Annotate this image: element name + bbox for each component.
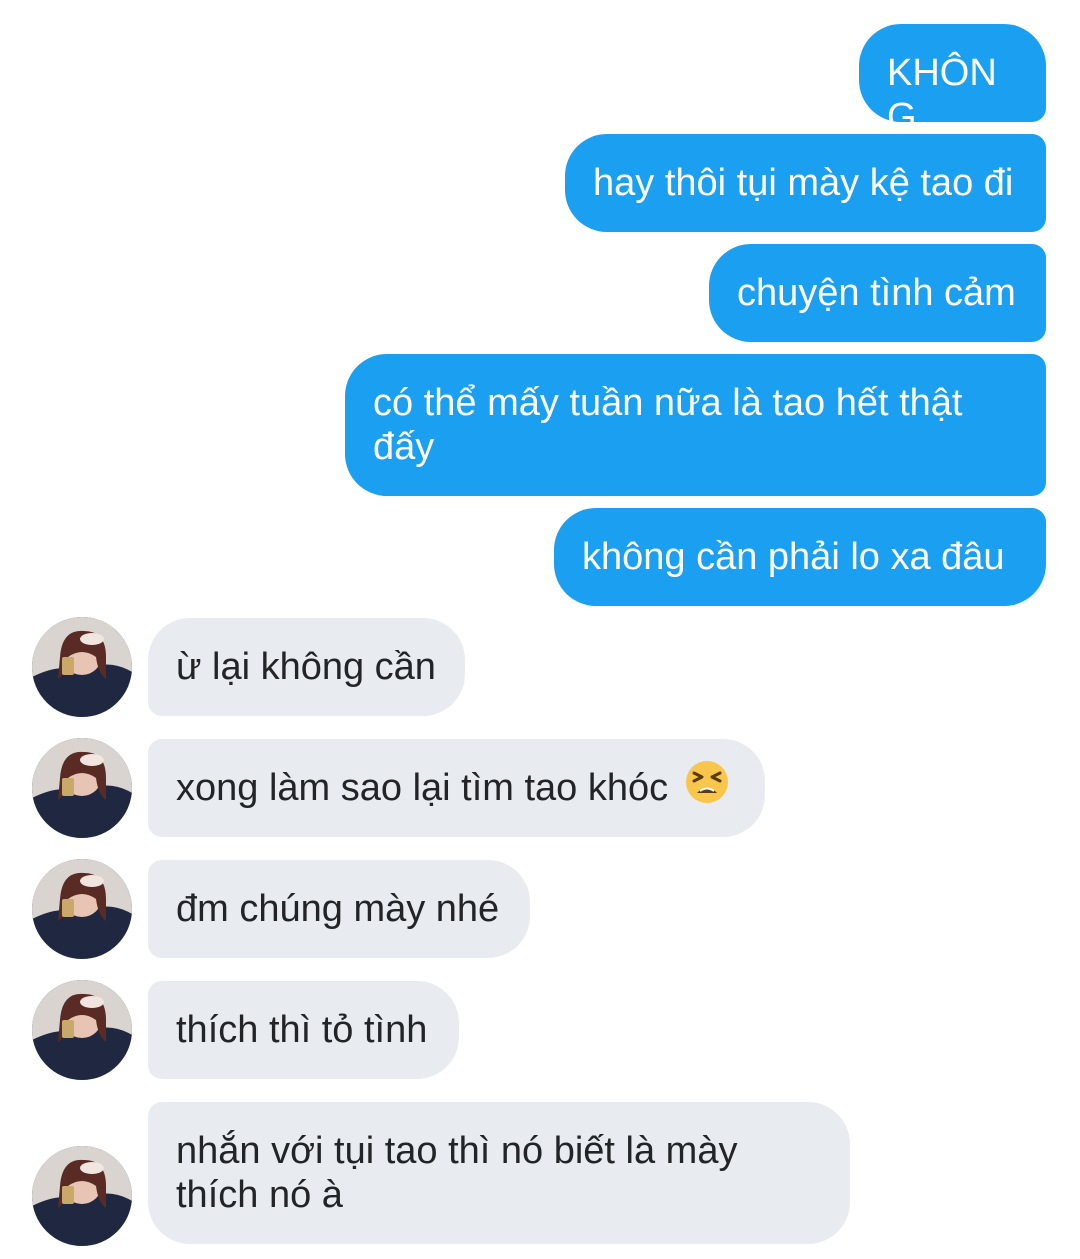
message-text: hay thôi tụi mày kệ tao đi [593,162,1014,204]
contact-avatar-icon[interactable] [32,980,132,1080]
incoming-message-bubble[interactable]: đm chúng mày nhé [148,860,530,958]
incoming-message-bubble[interactable]: thích thì tỏ tình [148,981,459,1079]
incoming-message-bubble[interactable]: ừ lại không cần [148,618,465,716]
message-text: xong làm sao lại tìm tao khóc [176,767,669,810]
incoming-message-bubble[interactable]: xong làm sao lại tìm tao khóc [148,739,765,837]
message-text: có thể mấy tuần nữa là tao hết thật đấy [373,382,963,468]
outgoing-message-bubble[interactable]: chuyện tình cảm [709,244,1046,342]
message-text: thích thì tỏ tình [176,1009,428,1051]
contact-avatar-icon[interactable] [32,738,132,838]
outgoing-message-bubble[interactable]: có thể mấy tuần nữa là tao hết thật đấy [345,354,1046,496]
incoming-message-bubble[interactable]: nhắn với tụi tao thì nó biết là mày thíc… [148,1102,850,1244]
outgoing-message-bubble[interactable]: KHÔNG [859,24,1046,138]
message-text: ừ lại không cần [176,646,436,688]
contact-avatar-icon[interactable] [32,617,132,717]
message-text: KHÔNG [887,52,997,138]
chat-thread: KHÔNG hay thôi tụi mày kệ tao đi chuyện … [0,0,1080,1259]
contact-avatar-icon[interactable] [32,859,132,959]
message-text: nhắn với tụi tao thì nó biết là mày thíc… [176,1130,738,1216]
message-text: chuyện tình cảm [737,272,1016,314]
message-text: không cần phải lo xa đâu [582,536,1005,578]
outgoing-message-bubble[interactable]: hay thôi tụi mày kệ tao đi [565,134,1046,232]
tired-face-emoji-icon [685,760,729,814]
message-text: đm chúng mày nhé [176,888,500,930]
contact-avatar-icon[interactable] [32,1146,132,1246]
outgoing-message-bubble[interactable]: không cần phải lo xa đâu [554,508,1046,606]
